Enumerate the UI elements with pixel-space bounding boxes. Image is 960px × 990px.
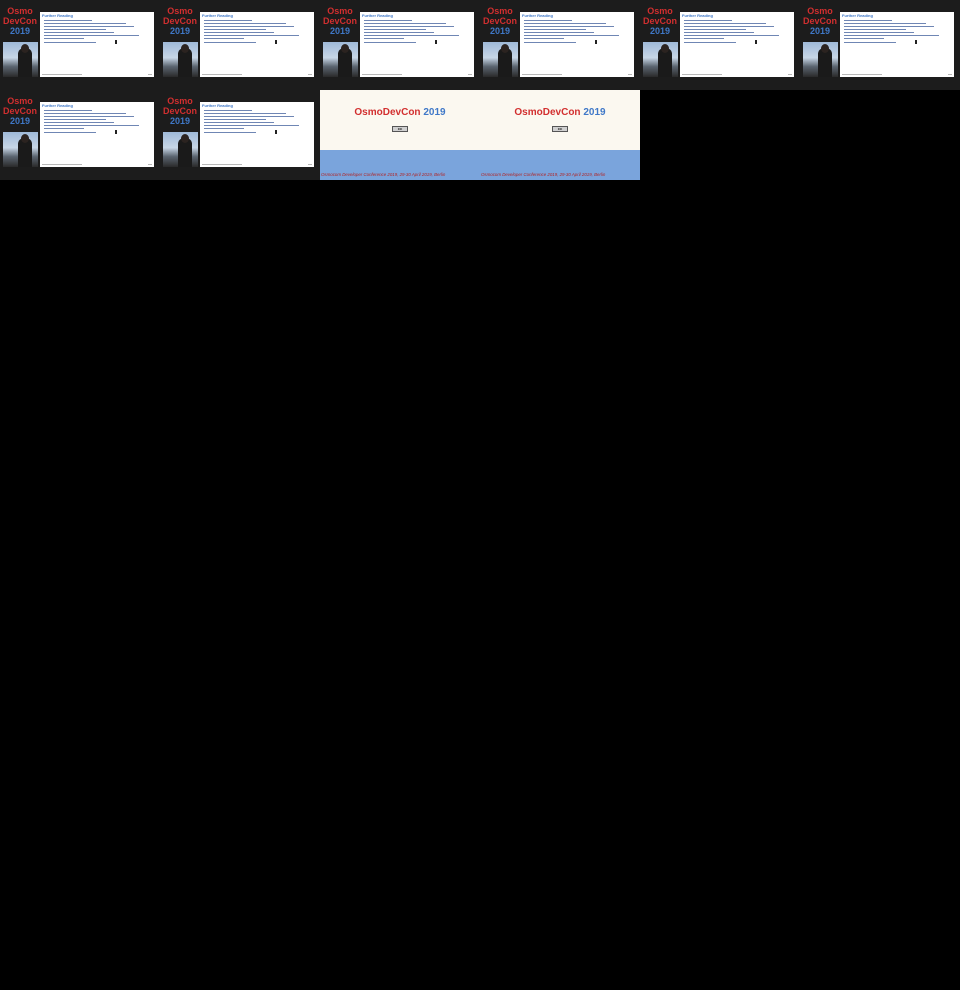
slide-title: Further Reading bbox=[202, 13, 233, 18]
osmodevcon-logo: Osmo DevCon 2019 bbox=[2, 96, 37, 126]
osmodevcon-logo: Osmo DevCon 2019 bbox=[482, 6, 517, 36]
video-frame-thumbnail[interactable]: Osmo DevCon 2019 Further Reading bbox=[320, 0, 480, 90]
end-card-thumbnail[interactable]: OsmoDevCon 2019 cc Osmocom Developer Con… bbox=[320, 90, 480, 180]
slide-panel: Further Reading bbox=[40, 12, 154, 77]
slide-title: Further Reading bbox=[682, 13, 713, 18]
mouse-cursor bbox=[915, 40, 917, 44]
mouse-cursor bbox=[275, 130, 277, 134]
osmodevcon-brand: OsmoDevCon 2019 bbox=[354, 107, 446, 118]
video-frame-thumbnail[interactable]: Osmo DevCon 2019 Further Reading bbox=[640, 0, 800, 90]
speaker-camera bbox=[323, 42, 358, 77]
creative-commons-icon: cc bbox=[552, 126, 568, 132]
video-frame-thumbnail[interactable]: Osmo DevCon 2019 Further Reading bbox=[0, 0, 160, 90]
mouse-cursor bbox=[115, 130, 117, 134]
creative-commons-icon: cc bbox=[392, 126, 408, 132]
slide-title: Further Reading bbox=[42, 103, 73, 108]
speaker-camera bbox=[163, 42, 198, 77]
mouse-cursor bbox=[115, 40, 117, 44]
video-frame-thumbnail[interactable]: Osmo DevCon 2019 Further Reading bbox=[0, 90, 160, 180]
video-frame-grid: Osmo DevCon 2019 Further Reading Osmo De… bbox=[0, 0, 960, 180]
speaker-camera bbox=[3, 132, 38, 167]
osmodevcon-brand: OsmoDevCon 2019 bbox=[514, 107, 606, 118]
slide-title: Further Reading bbox=[842, 13, 873, 18]
osmodevcon-logo: Osmo DevCon 2019 bbox=[162, 6, 197, 36]
speaker-camera bbox=[483, 42, 518, 77]
osmodevcon-logo: Osmo DevCon 2019 bbox=[642, 6, 677, 36]
osmodevcon-logo: Osmo DevCon 2019 bbox=[162, 96, 197, 126]
conference-caption: Osmocom Developer Conference 2019, 29-30… bbox=[481, 172, 606, 177]
video-frame-thumbnail[interactable]: Osmo DevCon 2019 Further Reading bbox=[160, 90, 320, 180]
video-frame-thumbnail[interactable]: Osmo DevCon 2019 Further Reading bbox=[800, 0, 960, 90]
slide-panel: Further Reading bbox=[200, 102, 314, 167]
slide-title: Further Reading bbox=[202, 103, 233, 108]
mouse-cursor bbox=[435, 40, 437, 44]
video-frame-thumbnail[interactable]: Osmo DevCon 2019 Further Reading bbox=[160, 0, 320, 90]
slide-title: Further Reading bbox=[42, 13, 73, 18]
video-frame-thumbnail[interactable]: Osmo DevCon 2019 Further Reading bbox=[480, 0, 640, 90]
speaker-camera bbox=[163, 132, 198, 167]
slide-title: Further Reading bbox=[362, 13, 393, 18]
osmodevcon-logo: Osmo DevCon 2019 bbox=[2, 6, 37, 36]
end-card-thumbnail[interactable]: OsmoDevCon 2019 cc Osmocom Developer Con… bbox=[480, 90, 640, 180]
mouse-cursor bbox=[755, 40, 757, 44]
slide-panel: Further Reading bbox=[680, 12, 794, 77]
slide-title: Further Reading bbox=[522, 13, 553, 18]
speaker-camera bbox=[643, 42, 678, 77]
slide-panel: Further Reading bbox=[520, 12, 634, 77]
slide-panel: Further Reading bbox=[40, 102, 154, 167]
mouse-cursor bbox=[275, 40, 277, 44]
slide-panel: Further Reading bbox=[840, 12, 954, 77]
osmodevcon-logo: Osmo DevCon 2019 bbox=[802, 6, 837, 36]
conference-caption: Osmocom Developer Conference 2019, 29-30… bbox=[321, 172, 446, 177]
speaker-camera bbox=[3, 42, 38, 77]
mouse-cursor bbox=[595, 40, 597, 44]
slide-panel: Further Reading bbox=[360, 12, 474, 77]
osmodevcon-logo: Osmo DevCon 2019 bbox=[322, 6, 357, 36]
slide-panel: Further Reading bbox=[200, 12, 314, 77]
speaker-camera bbox=[803, 42, 838, 77]
